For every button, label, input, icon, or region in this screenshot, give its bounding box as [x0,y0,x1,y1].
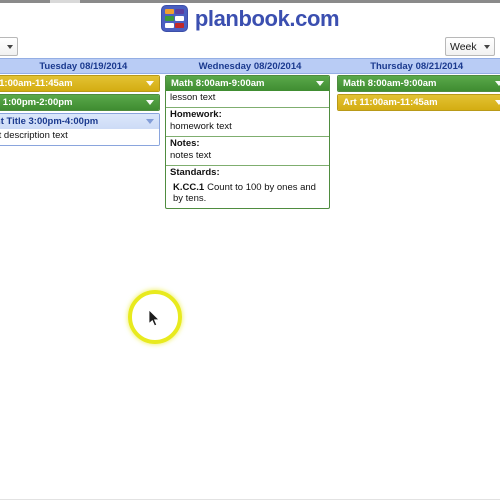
brand-header: planbook.com [0,3,500,34]
day-column-wednesday[interactable]: Math 8:00am-9:00am lesson text Homework: ho… [165,75,330,211]
lesson-card[interactable]: Art 11:00am-11:45am [337,94,500,111]
logo-cell-white-bottom [164,22,174,28]
lesson-card[interactable]: Math 8:00am-9:00am lesson text Homework: ho… [165,75,330,210]
click-highlight-ring [128,290,182,344]
calendar-body: Art 11:00am-11:45am Math 1:00pm-2:00pm Eve… [0,75,500,500]
lesson-card-title: Event Title 3:00pm-4:00pm [0,115,99,127]
lesson-section-text: notes text [166,150,329,165]
chevron-down-icon [7,44,13,49]
lesson-section-text: homework text [166,121,329,136]
chevron-down-icon[interactable] [146,99,154,105]
chevron-down-icon [484,44,490,49]
planbook-week-view: planbook.com Week Tuesday 08/19/2014 Wed… [0,0,500,500]
day-header-wednesday[interactable]: Wednesday 08/20/2014 [167,59,334,73]
left-select-dropdown[interactable] [0,37,18,56]
standard-code: K.CC.1 [173,181,205,193]
mouse-pointer-icon [149,310,160,327]
lesson-card-header[interactable]: Math 8:00am-9:00am [338,76,500,91]
day-header-label: Wednesday 08/20/2014 [198,60,302,72]
brand-logo-group[interactable]: planbook.com [160,5,340,32]
lesson-card-title: Art 11:00am-11:45am [0,77,73,89]
lesson-card-header[interactable]: Math 1:00pm-2:00pm [0,95,159,110]
lesson-card-title: Math 8:00am-9:00am [171,77,265,89]
planbook-grid-logo-icon [160,5,188,32]
chevron-down-icon[interactable] [495,99,500,105]
lesson-card-header[interactable]: Art 11:00am-11:45am [0,76,159,91]
lesson-section-label: Standards: [166,164,329,180]
day-column-tuesday[interactable]: Art 11:00am-11:45am Math 1:00pm-2:00pm Eve… [0,75,160,148]
view-range-value: Week [450,40,477,53]
brand-name: planbook.com [194,5,340,31]
logo-cell-purple [175,9,184,15]
day-header-label: Thursday 08/21/2014 [370,60,464,72]
lesson-card-title: Math 8:00am-9:00am [343,77,437,89]
standard-item: K.CC.1 Count to 100 by ones and by tens. [166,180,329,209]
chevron-down-icon[interactable] [146,80,154,86]
toolbar: Week [0,34,500,58]
day-header-thursday[interactable]: Thursday 08/21/2014 [333,59,500,73]
lesson-card[interactable]: Art 11:00am-11:45am [0,75,160,92]
lesson-card[interactable]: Math 8:00am-9:00am [337,75,500,92]
logo-cell-green [164,15,174,22]
lesson-card[interactable]: Math 1:00pm-2:00pm [0,94,160,111]
lesson-card-header[interactable]: Event Title 3:00pm-4:00pm [0,114,159,129]
logo-cell-red [175,22,184,28]
logo-cell-orange [164,9,174,15]
lesson-card-title: Math 1:00pm-2:00pm [0,96,73,108]
day-header-label: Tuesday 08/19/2014 [39,60,128,72]
day-column-thursday[interactable]: Math 8:00am-9:00am Art 11:00am-11:45am [337,75,500,113]
lesson-card-title: Art 11:00am-11:45am [343,96,438,108]
lesson-card-header[interactable]: Art 11:00am-11:45am [338,95,500,110]
chevron-down-icon[interactable] [146,118,154,124]
view-range-select[interactable]: Week [445,37,495,56]
day-header-tuesday[interactable]: Tuesday 08/19/2014 [0,59,167,73]
lesson-card-header[interactable]: Math 8:00am-9:00am [166,76,329,91]
logo-cell-white-top [175,15,184,22]
lesson-section-text: lesson text [166,91,329,107]
lesson-section-text: Event description text [0,129,159,145]
lesson-section-label: Notes: [166,135,329,151]
day-header-row: Tuesday 08/19/2014 Wednesday 08/20/2014 … [0,58,500,74]
chevron-down-icon[interactable] [316,80,324,86]
lesson-card[interactable]: Event Title 3:00pm-4:00pm Event descripti… [0,113,160,146]
chevron-down-icon[interactable] [495,80,500,86]
lesson-section-label: Homework: [166,106,329,122]
